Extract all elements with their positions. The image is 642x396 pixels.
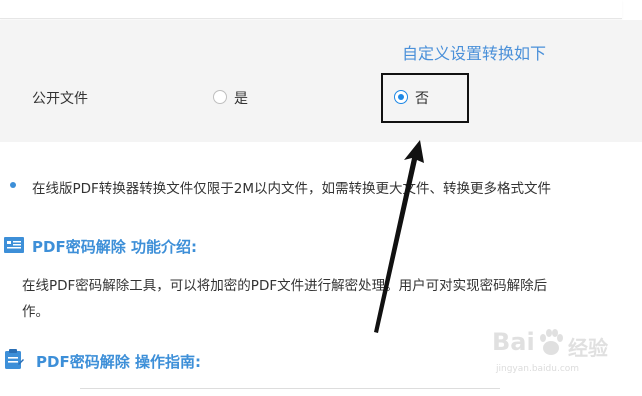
annotation-arrow-icon xyxy=(374,140,424,333)
